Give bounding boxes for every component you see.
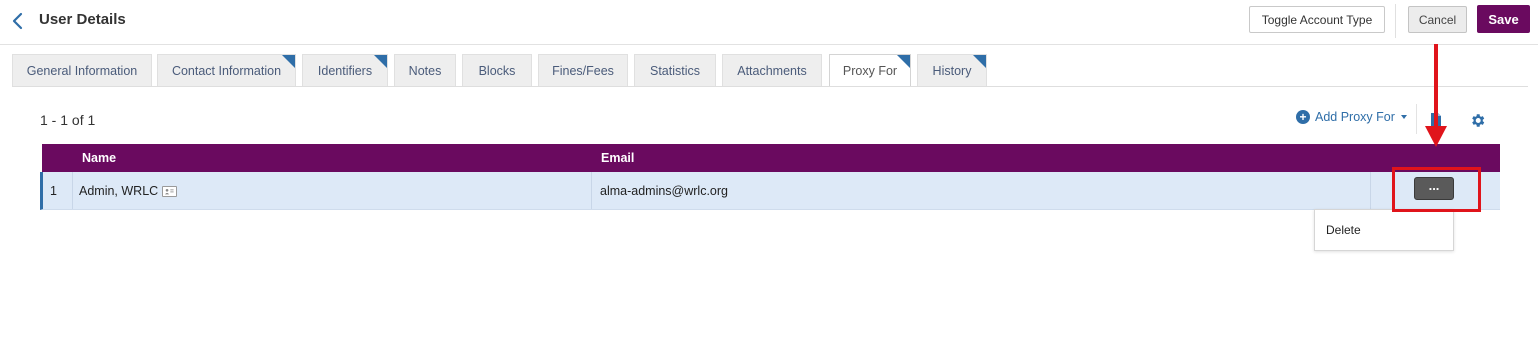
gear-icon[interactable]	[1469, 112, 1486, 129]
contact-card-icon[interactable]	[162, 185, 178, 197]
save-button[interactable]: Save	[1477, 5, 1530, 33]
table-header: Name Email	[42, 144, 1500, 172]
tab-general-information[interactable]: General Information	[12, 54, 152, 86]
annotation-highlight-box	[1392, 167, 1481, 212]
tab-identifiers[interactable]: Identifiers	[302, 54, 388, 86]
cancel-button[interactable]: Cancel	[1408, 6, 1467, 33]
column-header-name[interactable]: Name	[82, 151, 116, 165]
tab-label: Notes	[408, 63, 442, 78]
tab-history[interactable]: History	[917, 54, 987, 86]
corner-marker-icon	[374, 55, 387, 68]
tab-statistics[interactable]: Statistics	[634, 54, 716, 86]
toggle-account-type-button[interactable]: Toggle Account Type	[1249, 6, 1385, 33]
chevron-left-icon[interactable]	[8, 10, 28, 32]
tab-label: Blocks	[478, 63, 516, 78]
tab-contact-information[interactable]: Contact Information	[157, 54, 296, 86]
tab-proxy-for[interactable]: Proxy For	[829, 54, 911, 87]
add-proxy-for-label: Add Proxy For	[1315, 110, 1395, 124]
cell-divider	[591, 172, 592, 209]
tab-label: Fines/Fees	[552, 63, 614, 78]
add-proxy-for-button[interactable]: + Add Proxy For	[1296, 110, 1407, 124]
header-divider	[1395, 4, 1396, 38]
toolbar-divider	[1416, 104, 1417, 134]
corner-marker-icon	[973, 55, 986, 68]
menu-item-delete[interactable]: Delete	[1326, 223, 1361, 237]
tab-label: Contact Information	[171, 63, 282, 78]
tab-label: History	[932, 63, 972, 78]
name-cell: Admin, WRLC	[79, 184, 178, 198]
tab-label: Proxy For	[842, 63, 898, 78]
tab-label: Statistics	[649, 63, 700, 78]
tab-label: Identifiers	[317, 63, 373, 78]
tab-fines-fees[interactable]: Fines/Fees	[538, 54, 628, 86]
results-count: 1 - 1 of 1	[40, 112, 96, 128]
table-row[interactable]: 1 Admin, WRLC alma-admins@wrlc.org ...	[40, 172, 1500, 210]
tab-notes[interactable]: Notes	[394, 54, 456, 86]
caret-down-icon	[1400, 115, 1407, 119]
tab-attachments[interactable]: Attachments	[722, 54, 822, 86]
page-title: User Details	[39, 11, 126, 28]
tab-label: General Information	[26, 63, 138, 78]
email-cell: alma-admins@wrlc.org	[600, 184, 728, 198]
column-header-email[interactable]: Email	[601, 151, 634, 165]
page-header: User Details Toggle Account Type Cancel …	[0, 0, 1538, 45]
tabs-divider	[12, 86, 1528, 87]
cell-divider	[1370, 172, 1371, 209]
tab-label: Attachments	[737, 63, 807, 78]
corner-marker-icon	[897, 55, 910, 68]
tab-blocks[interactable]: Blocks	[462, 54, 532, 86]
user-name[interactable]: Admin, WRLC	[79, 184, 158, 198]
annotation-arrow	[1425, 44, 1447, 147]
cell-divider	[72, 172, 73, 209]
row-number: 1	[50, 184, 57, 198]
plus-circle-icon: +	[1296, 110, 1310, 124]
corner-marker-icon	[282, 55, 295, 68]
row-actions-menu: Delete	[1314, 209, 1454, 251]
